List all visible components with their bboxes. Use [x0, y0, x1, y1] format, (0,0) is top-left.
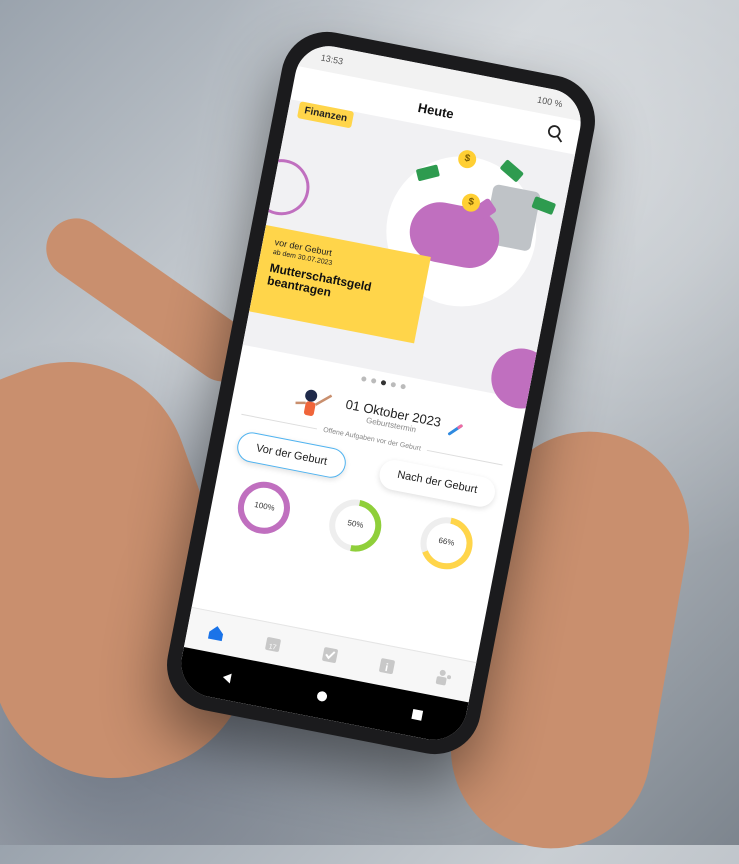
clock: 13:53	[319, 52, 345, 67]
carousel-dot-active[interactable]	[380, 379, 386, 386]
checklist-icon[interactable]	[318, 643, 341, 666]
progress-ring[interactable]: 66%	[413, 510, 479, 576]
carousel-dot[interactable]	[399, 383, 406, 390]
recents-icon[interactable]	[409, 707, 425, 723]
people-icon[interactable]	[432, 666, 455, 689]
progress-ring[interactable]: 100%	[231, 475, 297, 541]
info-icon[interactable]: i	[375, 654, 398, 677]
home-icon[interactable]	[204, 621, 227, 644]
carousel-dot[interactable]	[370, 377, 377, 384]
page-title: Heute	[416, 99, 456, 122]
home-circle-icon[interactable]	[314, 688, 330, 704]
carousel-dot[interactable]	[360, 375, 367, 382]
progress-ring[interactable]: 50%	[322, 493, 388, 559]
calendar-icon[interactable]: 17	[261, 632, 284, 655]
calendar-day: 17	[268, 643, 277, 651]
search-icon[interactable]	[545, 123, 566, 144]
carousel-dot[interactable]	[389, 381, 396, 388]
back-icon[interactable]	[219, 670, 235, 686]
battery-status: 100 %	[536, 94, 564, 110]
edit-pencil-icon[interactable]	[446, 421, 465, 440]
